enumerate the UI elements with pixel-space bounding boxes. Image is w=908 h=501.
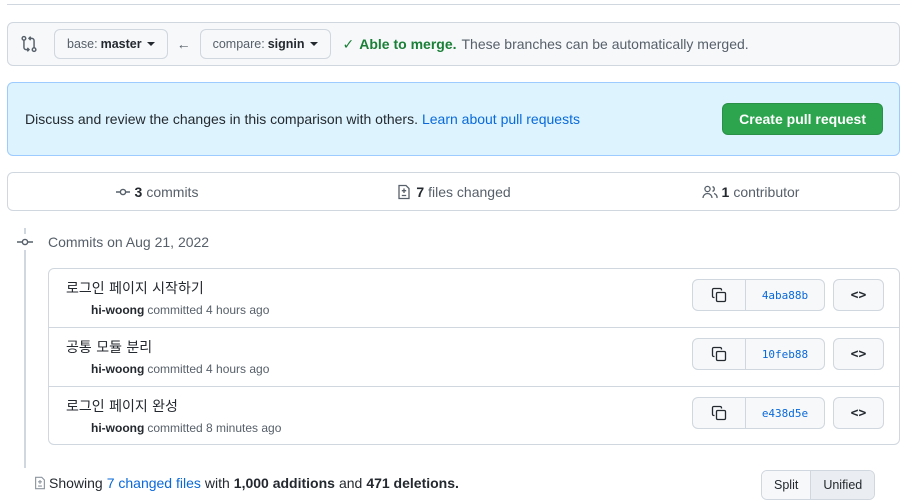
compare-bar: base: master ← compare: signin ✓ Able to… [7, 22, 900, 66]
commit-sha-group: 4aba88b [692, 279, 825, 311]
commit-time: committed 4 hours ago [147, 362, 270, 376]
base-branch-value: master [100, 37, 142, 51]
chevron-down-icon [146, 42, 155, 46]
merge-status: ✓ Able to merge. These branches can be a… [343, 36, 749, 53]
commits-date-heading: Commits on Aug 21, 2022 [48, 234, 210, 250]
compare-summary-bar: 3 commits 7 files changed 1 contributor [7, 172, 900, 211]
commit-row: 로그인 페이지 완성 hi-woong committed 8 minutes a… [49, 387, 899, 444]
showing-label: Showing [49, 475, 103, 491]
contributors-label: contributor [733, 183, 800, 200]
browse-repo-button[interactable]: <> [833, 279, 884, 311]
compare-branch-prefix: compare: [212, 37, 265, 51]
base-branch-prefix: base: [67, 37, 98, 51]
contributors-link[interactable]: 1 contributor [602, 184, 899, 200]
chevron-down-icon [309, 42, 318, 46]
people-icon [701, 185, 718, 198]
commit-time: committed 8 minutes ago [147, 421, 282, 435]
base-branch-select[interactable]: base: master [54, 29, 168, 59]
timeline-line [24, 228, 26, 468]
commit-meta: hi-woong committed 4 hours ago [91, 362, 269, 376]
files-count: 7 [416, 183, 425, 200]
copy-sha-button[interactable] [693, 339, 746, 369]
files-changed-link[interactable]: 7 files changed [305, 184, 602, 200]
commit-title-link[interactable]: 공통 모듈 분리 [66, 337, 152, 357]
git-commit-icon [115, 188, 130, 195]
commit-list: 로그인 페이지 시작하기 hi-woong committed 4 hours a… [48, 268, 900, 445]
copy-sha-button[interactable] [693, 398, 746, 428]
commit-title-link[interactable]: 로그인 페이지 시작하기 [66, 278, 204, 298]
commit-meta: hi-woong committed 8 minutes ago [91, 421, 281, 435]
top-divider [7, 4, 900, 5]
split-view-button[interactable]: Split [762, 471, 811, 499]
diff-summary: Showing 7 changed files with 1,000 addit… [33, 475, 463, 491]
git-commit-icon [16, 234, 34, 250]
and-label: and [338, 475, 363, 491]
commit-sha-link[interactable]: e438d5e [746, 398, 824, 428]
compare-branch-value: signin [267, 37, 305, 51]
commit-time: committed 4 hours ago [147, 303, 270, 317]
commit-row: 로그인 페이지 시작하기 hi-woong committed 4 hours a… [49, 269, 899, 328]
commits-label: commits [146, 183, 199, 200]
diff-view-toggle: Split Unified [761, 470, 876, 500]
commit-author-link[interactable]: hi-woong [91, 362, 144, 376]
create-pull-request-button[interactable]: Create pull request [722, 103, 883, 135]
files-label: files changed [428, 183, 511, 200]
commit-title-link[interactable]: 로그인 페이지 완성 [66, 396, 178, 416]
arrow-left-icon: ← [176, 36, 191, 52]
contributors-count: 1 [721, 183, 730, 200]
copy-icon [711, 405, 727, 421]
browse-repo-button[interactable]: <> [833, 338, 884, 370]
changed-files-link[interactable]: 7 changed files [107, 475, 201, 491]
commits-count-link[interactable]: 3 commits [8, 184, 305, 200]
file-diff-icon [35, 476, 45, 490]
commit-sha-link[interactable]: 10feb88 [746, 339, 824, 369]
commit-author-link[interactable]: hi-woong [91, 303, 144, 317]
merge-status-text: These branches can be automatically merg… [461, 36, 749, 52]
copy-sha-button[interactable] [693, 280, 746, 310]
commit-meta: hi-woong committed 4 hours ago [91, 303, 269, 317]
merge-ok-label: Able to merge. [359, 36, 457, 52]
additions-count: 1,000 additions [233, 475, 335, 491]
commit-sha-group: 10feb88 [692, 338, 825, 370]
code-icon: <> [850, 346, 867, 362]
pull-request-info-box: Discuss and review the changes in this c… [7, 82, 900, 156]
compare-branch-select[interactable]: compare: signin [199, 29, 331, 59]
copy-icon [711, 346, 727, 362]
git-compare-icon[interactable] [20, 35, 38, 53]
commit-sha-link[interactable]: 4aba88b [746, 280, 824, 310]
code-icon: <> [850, 287, 867, 303]
commit-author-link[interactable]: hi-woong [91, 421, 144, 435]
code-icon: <> [850, 405, 867, 421]
commit-row: 공통 모듈 분리 hi-woong committed 4 hours ago 1… [49, 328, 899, 387]
with-label: with [204, 475, 230, 491]
learn-pull-requests-link[interactable]: Learn about pull requests [422, 111, 580, 127]
browse-repo-button[interactable]: <> [833, 397, 884, 429]
file-diff-icon [398, 184, 410, 199]
commit-sha-group: e438d5e [692, 397, 825, 429]
check-icon: ✓ [342, 35, 355, 52]
info-text: Discuss and review the changes in this c… [25, 111, 418, 127]
unified-view-button[interactable]: Unified [810, 471, 875, 499]
deletions-count: 471 deletions. [366, 475, 459, 491]
copy-icon [711, 287, 727, 303]
commits-count: 3 [134, 183, 143, 200]
